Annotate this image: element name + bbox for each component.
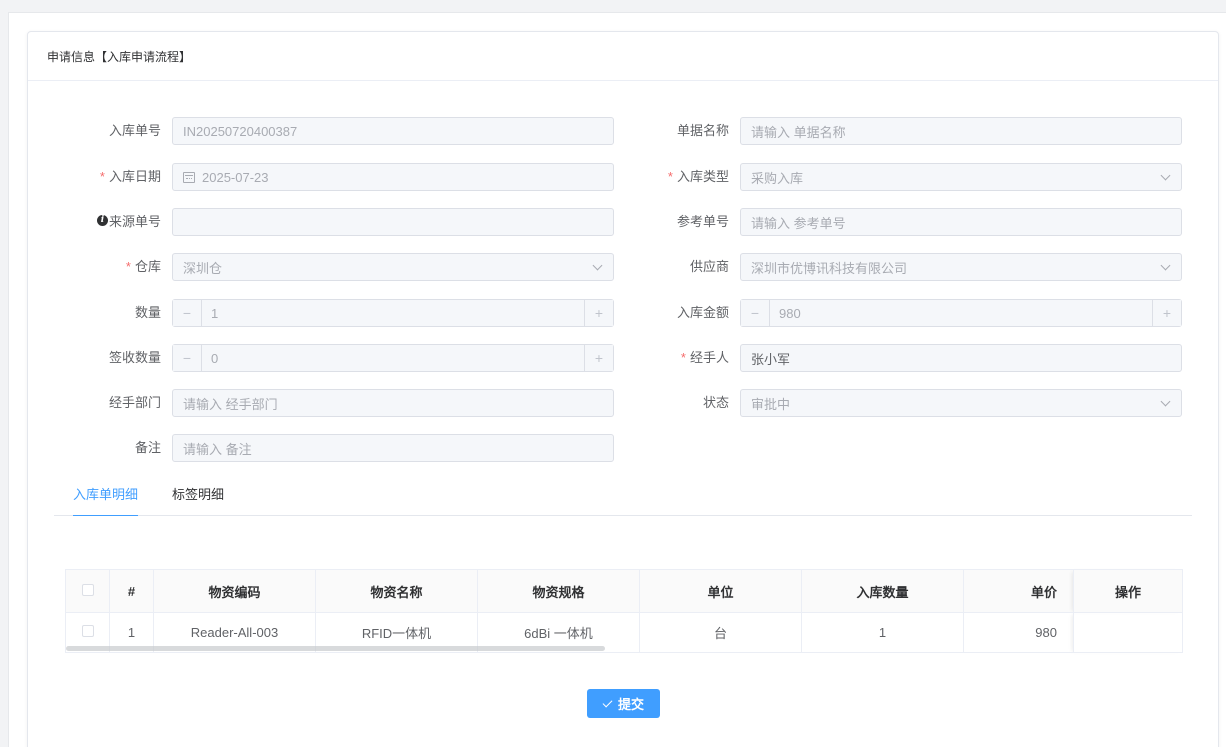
amount-stepper: − 980 + — [740, 299, 1182, 327]
increment-button[interactable]: + — [584, 345, 613, 371]
decrement-button[interactable]: − — [741, 300, 770, 326]
form-card: 申请信息【入库申请流程】 入库单号 IN20250720400387 * 入库日期… — [27, 31, 1219, 747]
info-icon[interactable]: i — [96, 215, 108, 226]
label-handler: * 经手人 — [680, 350, 729, 365]
label-amount: 入库金额 — [676, 305, 729, 320]
form-item-doc-name: 单据名称 请输入 单据名称 — [677, 117, 1182, 145]
card-title: 申请信息【入库申请流程】 — [28, 32, 1218, 81]
label-status: 状态 — [702, 395, 729, 410]
source-no-input[interactable] — [172, 208, 614, 236]
doc-name-input[interactable]: 请输入 单据名称 — [740, 117, 1182, 145]
label-ref-no: 参考单号 — [676, 214, 729, 229]
inbound-no-input[interactable]: IN20250720400387 — [172, 117, 614, 145]
chevron-down-icon — [593, 262, 603, 272]
department-input[interactable]: 请输入 经手部门 — [172, 389, 614, 417]
label-doc-name: 单据名称 — [676, 123, 729, 138]
status-select[interactable]: 审批中 — [740, 389, 1182, 417]
label-supplier: 供应商 — [689, 259, 729, 274]
column-header: 物资编码 — [153, 569, 316, 613]
increment-button[interactable]: + — [1152, 300, 1181, 326]
label-remark: 备注 — [134, 440, 161, 455]
decrement-button[interactable]: − — [173, 300, 202, 326]
table-horizontal-scrollbar[interactable] — [66, 646, 605, 651]
increment-button[interactable]: + — [584, 300, 613, 326]
detail-table: # 物资编码 物资名称 物资规格 单位 入库数量 单价 操作 1 Reader-… — [65, 569, 1183, 653]
chevron-down-icon — [1161, 262, 1171, 272]
form-item-inbound-no: 入库单号 IN20250720400387 — [109, 117, 614, 145]
column-header: 单位 — [639, 569, 802, 613]
actions-cell — [1073, 612, 1183, 653]
label-quantity: 数量 — [134, 305, 161, 320]
column-header: 入库数量 — [801, 569, 964, 613]
label-signed-qty: 签收数量 — [108, 350, 161, 365]
label-warehouse: * 仓库 — [125, 259, 161, 274]
form-item-department: 经手部门 请输入 经手部门 — [109, 389, 614, 417]
table-cell: 980 — [963, 612, 1074, 653]
label-department: 经手部门 — [108, 395, 161, 410]
column-header: # — [109, 569, 154, 613]
table-cell: 1 — [801, 612, 964, 653]
detail-tabs: 入库单明细 标签明细 — [54, 479, 1192, 516]
amount-value[interactable]: 980 — [770, 300, 1152, 326]
form-item-quantity: 数量 − 1 + — [135, 299, 614, 327]
check-icon — [602, 697, 613, 707]
form-item-amount: 入库金额 − 980 + — [677, 299, 1182, 327]
form-item-inbound-type: * 入库类型 采购入库 — [668, 163, 1182, 191]
label-inbound-no: 入库单号 — [108, 123, 161, 138]
form-item-ref-no: 参考单号 请输入 参考单号 — [677, 208, 1182, 236]
signed-qty-stepper: − 0 + — [172, 344, 614, 372]
select-all-cell — [65, 569, 110, 613]
tab-inbound-detail[interactable]: 入库单明细 — [73, 479, 139, 516]
column-header: 物资规格 — [477, 569, 640, 613]
column-header-actions: 操作 — [1073, 569, 1183, 613]
column-header: 物资名称 — [315, 569, 478, 613]
tab-label-detail[interactable]: 标签明细 — [172, 479, 224, 516]
label-source-no: i 来源单号 — [96, 208, 161, 236]
form-item-source-no: i 来源单号 — [96, 208, 614, 236]
table-header-row: # 物资编码 物资名称 物资规格 单位 入库数量 单价 操作 — [65, 569, 1183, 613]
chevron-down-icon — [1161, 172, 1171, 182]
form-item-supplier: 供应商 深圳市优博讯科技有限公司 — [690, 253, 1182, 281]
form-item-signed-qty: 签收数量 − 0 + — [109, 344, 614, 372]
select-all-checkbox[interactable] — [81, 583, 94, 596]
form-item-remark: 备注 请输入 备注 — [135, 434, 614, 462]
calendar-icon — [183, 171, 195, 183]
table-cell: 台 — [639, 612, 802, 653]
handler-input[interactable]: 张小军 — [740, 344, 1182, 372]
ref-no-input[interactable]: 请输入 参考单号 — [740, 208, 1182, 236]
form-item-status: 状态 审批中 — [703, 389, 1182, 417]
chevron-down-icon — [1161, 398, 1171, 408]
label-inbound-date: * 入库日期 — [99, 169, 161, 184]
quantity-stepper: − 1 + — [172, 299, 614, 327]
warehouse-select[interactable]: 深圳仓 — [172, 253, 614, 281]
required-mark: * — [99, 169, 105, 184]
label-inbound-type: * 入库类型 — [667, 169, 729, 184]
column-header: 单价 — [963, 569, 1074, 613]
inbound-type-select[interactable]: 采购入库 — [740, 163, 1182, 191]
decrement-button[interactable]: − — [173, 345, 202, 371]
submit-button[interactable]: 提交 — [587, 689, 660, 718]
inbound-date-picker[interactable]: 2025-07-23 — [172, 163, 614, 191]
row-checkbox[interactable] — [81, 625, 94, 637]
form-item-inbound-date: * 入库日期 2025-07-23 — [100, 163, 614, 191]
quantity-value[interactable]: 1 — [202, 300, 584, 326]
form-item-handler: * 经手人 张小军 — [681, 344, 1182, 372]
signed-qty-value[interactable]: 0 — [202, 345, 584, 371]
remark-input[interactable]: 请输入 备注 — [172, 434, 614, 462]
supplier-select[interactable]: 深圳市优博讯科技有限公司 — [740, 253, 1182, 281]
form-item-warehouse: * 仓库 深圳仓 — [126, 253, 614, 281]
